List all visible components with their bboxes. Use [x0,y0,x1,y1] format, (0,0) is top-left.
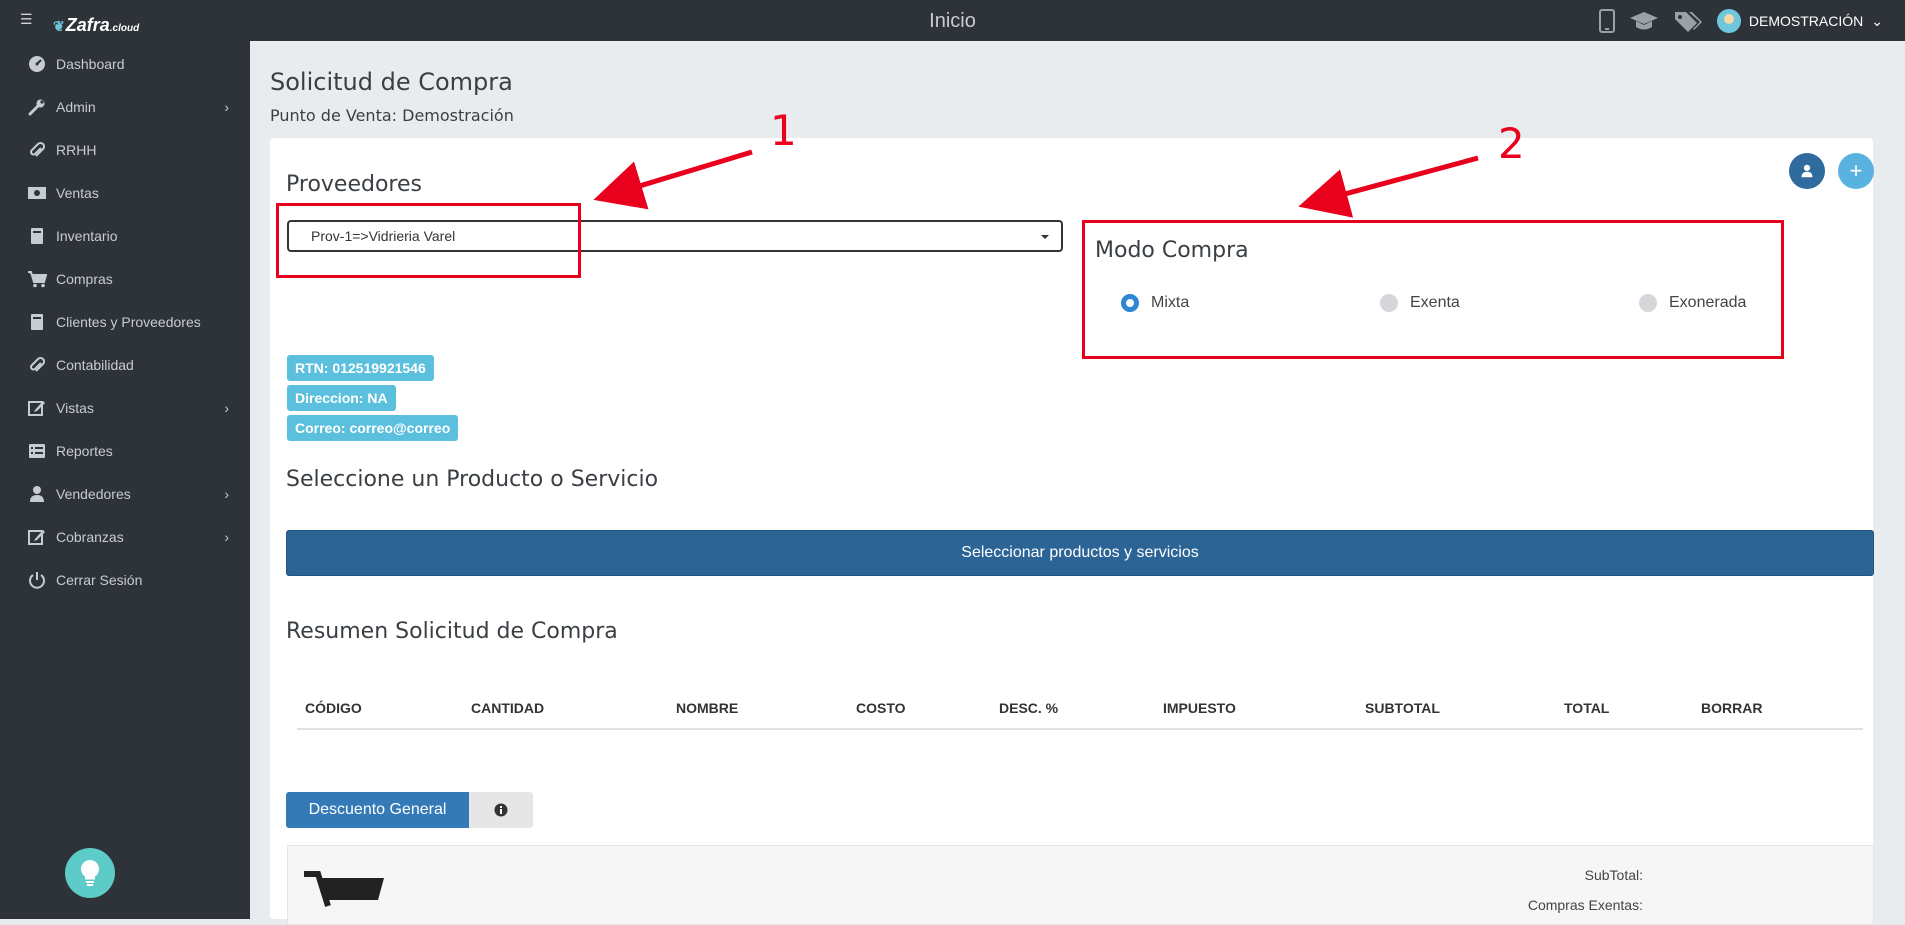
plus-icon: + [1849,158,1863,183]
user-name: DEMOSTRACIÓN [1748,13,1864,29]
mobile-icon[interactable] [1598,9,1615,33]
add-provider-button[interactable] [1789,153,1825,189]
sidebar-item-rrhh[interactable]: RRHH [0,128,250,171]
paperclip-icon [27,356,47,374]
info-icon [494,803,508,817]
wrench-icon [27,98,47,116]
top-icons: DEMOSTRACIÓN ⌄ [1598,9,1883,33]
table-header: CÓDIGO CANTIDAD NOMBRE COSTO DESC. % IMP… [297,698,1863,730]
sidebar-item-label: Inventario [56,227,118,244]
annotation-box-2 [1082,220,1784,359]
cart-icon [27,270,47,288]
col-cantidad: CANTIDAD [471,700,545,716]
sidebar-item-clientes-proveedores[interactable]: Clientes y Proveedores [0,300,250,343]
avatar [1716,9,1741,33]
col-subtotal: SUBTOTAL [1365,700,1440,716]
sidebar-item-label: Cobranzas [56,528,124,545]
chevron-down-icon: ⌄ [1871,12,1883,29]
lightbulb-button[interactable] [65,848,115,898]
sidebar-item-reportes[interactable]: Reportes [0,429,250,472]
sidebar-item-label: Vistas [56,399,94,416]
sidebar-item-label: Compras [56,270,113,287]
book-icon [27,313,47,331]
select-products-button[interactable]: Seleccionar productos y servicios [286,530,1874,576]
rtn-badge: RTN: 012519921546 [287,355,434,381]
sidebar-item-ventas[interactable]: Ventas [0,171,250,214]
sidebar-item-label: Clientes y Proveedores [56,313,201,330]
lightbulb-icon [80,859,100,886]
chevron-right-icon: › [224,485,229,502]
proveedores-heading: Proveedores [286,172,422,197]
descuento-general-button[interactable]: Descuento General [286,792,469,828]
productos-heading: Seleccione un Producto o Servicio [286,467,659,492]
sidebar: Dashboard Admin › RRHH Ventas Inventario… [0,41,250,919]
sidebar-item-vistas[interactable]: Vistas › [0,386,250,429]
edit-icon [27,399,47,417]
sidebar-item-inventario[interactable]: Inventario [0,214,250,257]
book-icon [27,227,47,245]
sidebar-item-cobranzas[interactable]: Cobranzas › [0,515,250,558]
sidebar-item-label: Dashboard [56,55,125,72]
page-title: Solicitud de Compra [270,68,513,96]
add-button[interactable]: + [1838,153,1874,189]
col-codigo: CÓDIGO [305,700,362,716]
correo-badge: Correo: correo@correo [287,415,459,441]
annotation-box-1 [276,203,581,278]
cart-icon [304,871,384,907]
sidebar-item-label: Ventas [56,184,99,201]
col-impuesto: IMPUESTO [1163,700,1236,716]
sidebar-item-admin[interactable]: Admin › [0,85,250,128]
subtotal-label: SubTotal: [1584,867,1643,883]
sidebar-item-contabilidad[interactable]: Contabilidad [0,343,250,386]
direccion-badge: Direccion: NA [287,385,396,411]
sidebar-item-label: RRHH [56,141,97,158]
annotation-label-2: 2 [1498,119,1525,168]
sidebar-item-label: Contabilidad [56,356,134,373]
page-subtitle: Punto de Venta: Demostración [270,106,514,125]
summary-panel: SubTotal: Compras Exentas: [287,845,1874,925]
edit-icon [27,528,47,546]
chevron-right-icon: › [224,399,229,416]
info-button[interactable] [469,792,533,828]
caret-down-icon [1041,235,1049,239]
chevron-right-icon: › [224,98,229,115]
col-desc: DESC. % [999,700,1059,716]
sidebar-item-vendedores[interactable]: Vendedores › [0,472,250,515]
top-bar: ☰ ❦Zafra.cloud Inicio DEMOSTRACIÓN ⌄ [0,0,1905,41]
annotation-label-1: 1 [770,106,797,155]
col-borrar: BORRAR [1701,700,1763,716]
sidebar-item-label: Admin [56,98,96,115]
col-costo: COSTO [856,700,906,716]
page-header: Solicitud de Compra [270,68,513,96]
power-icon [27,571,47,589]
sidebar-item-label: Reportes [56,442,113,459]
sidebar-item-label: Vendedores [56,485,131,502]
col-total: TOTAL [1564,700,1610,716]
sidebar-item-dashboard[interactable]: Dashboard [0,42,250,85]
user-icon [27,485,47,503]
chevron-right-icon: › [224,528,229,545]
sidebar-item-compras[interactable]: Compras [0,257,250,300]
user-menu[interactable]: DEMOSTRACIÓN ⌄ [1716,9,1883,33]
compras-exentas-label: Compras Exentas: [1527,897,1643,913]
resumen-heading: Resumen Solicitud de Compra [286,619,618,644]
sidebar-item-cerrar-sesion[interactable]: Cerrar Sesión [0,558,250,601]
paperclip-icon [27,141,47,159]
tags-icon[interactable] [1673,9,1703,33]
money-icon [27,186,47,200]
col-nombre: NOMBRE [676,700,739,716]
graduation-cap-icon[interactable] [1629,10,1659,32]
list-icon [27,443,47,459]
user-icon [1801,164,1813,178]
dashboard-icon [27,55,47,73]
sidebar-item-label: Cerrar Sesión [56,571,143,588]
